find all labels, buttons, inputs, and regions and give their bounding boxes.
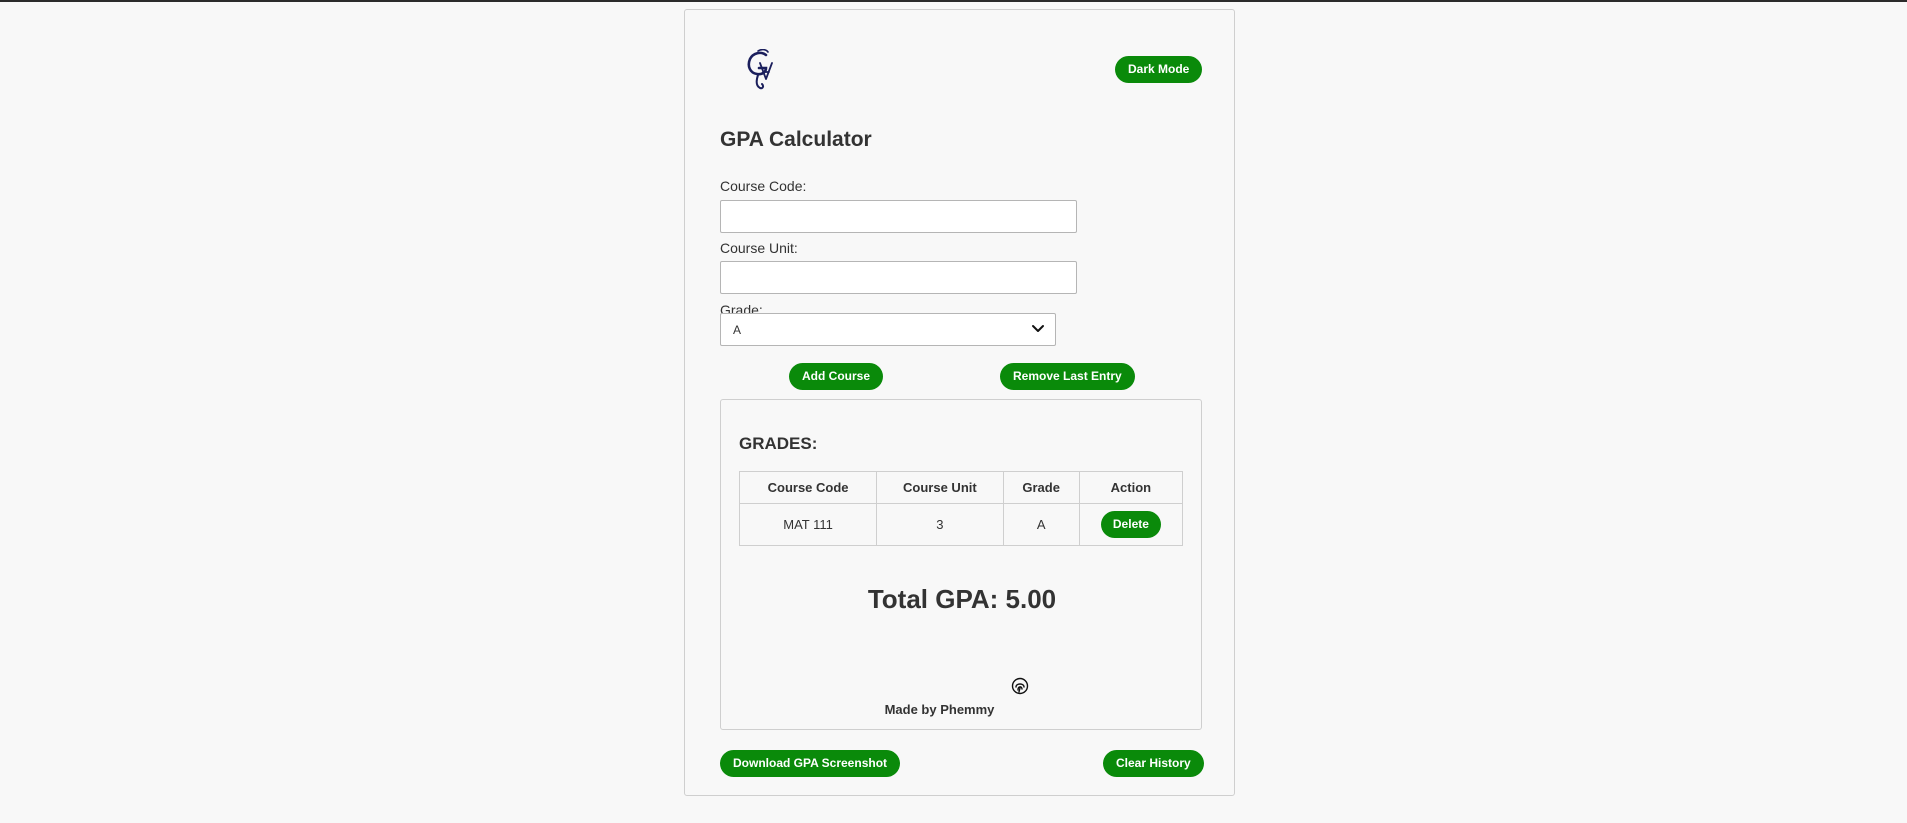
clear-history-button[interactable]: Clear History	[1103, 750, 1204, 777]
add-course-button[interactable]: Add Course	[789, 363, 884, 390]
course-code-input[interactable]	[720, 200, 1077, 233]
grade-select-value: A	[733, 323, 742, 337]
remove-last-entry-button[interactable]: Remove Last Entry	[1000, 363, 1135, 390]
ga-logo-icon	[744, 48, 778, 91]
cell-grade: A	[1002, 503, 1080, 546]
delete-button[interactable]: Delete	[1100, 511, 1161, 538]
course-code-label: Course Code:	[720, 178, 807, 194]
grades-table: Course Code Course Unit Grade Action MAT…	[738, 471, 1184, 546]
page-title: GPA Calculator	[720, 128, 872, 151]
top-border	[0, 0, 1907, 2]
credit-text: Made by Phemmy	[884, 702, 995, 717]
table-row: MAT 111 3 A Delete	[738, 503, 1184, 546]
course-unit-input[interactable]	[720, 261, 1077, 294]
column-header-grade: Grade	[1002, 471, 1080, 504]
chevron-down-icon	[1030, 322, 1046, 336]
total-gpa: Total GPA: 5.00	[867, 584, 1057, 614]
cell-course-unit: 3	[876, 503, 1004, 546]
grade-select[interactable]: A	[720, 313, 1056, 346]
fingerprint-icon	[1011, 677, 1029, 695]
grades-panel: GRADES: Course Code Course Unit Grade Ac…	[720, 399, 1202, 730]
grades-title: GRADES:	[739, 434, 818, 453]
column-header-action: Action	[1078, 471, 1184, 504]
course-unit-label: Course Unit:	[720, 240, 798, 256]
dark-mode-button[interactable]: Dark Mode	[1115, 56, 1203, 83]
cell-course-code: MAT 111	[738, 503, 878, 546]
download-gpa-screenshot-button[interactable]: Download GPA Screenshot	[720, 750, 901, 777]
column-header-course-code: Course Code	[738, 471, 878, 504]
column-header-course-unit: Course Unit	[876, 471, 1004, 504]
gpa-calculator-card: Dark Mode GPA Calculator Course Code: Co…	[684, 9, 1235, 796]
table-header-row: Course Code Course Unit Grade Action	[738, 471, 1184, 504]
cell-action: Delete	[1078, 503, 1184, 546]
